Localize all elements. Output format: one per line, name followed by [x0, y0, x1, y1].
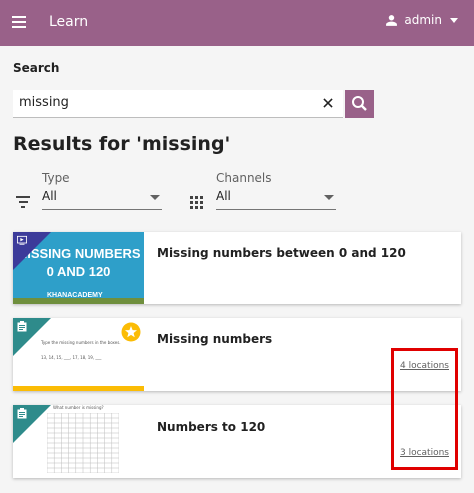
user-menu[interactable]: admin [385, 13, 458, 27]
locations-link[interactable]: 4 locations [400, 361, 449, 371]
exercise-icon [17, 321, 27, 332]
mastery-progress-bar [13, 386, 144, 391]
search-icon [352, 96, 367, 111]
thumbnail-text: Type the missing numbers in the boxes. [41, 340, 121, 345]
type-select[interactable]: All [42, 189, 162, 210]
grid-icon [190, 196, 203, 209]
app-title: Learn [49, 14, 89, 30]
locations-link[interactable]: 3 locations [400, 448, 449, 458]
card-thumbnail: MISSING NUMBERS 0 AND 120 KHANACADEMY [13, 232, 144, 304]
card-title: Numbers to 120 [157, 420, 266, 434]
channels-select-value: All [216, 189, 231, 203]
card-thumbnail: What number is missing? [13, 405, 144, 478]
search-button[interactable] [345, 90, 374, 118]
menu-icon[interactable] [12, 16, 26, 28]
username: admin [404, 13, 442, 27]
number-grid-image [47, 413, 119, 473]
dropdown-arrow-icon [150, 195, 160, 200]
channels-filter: Channels All [216, 171, 336, 210]
content-card[interactable]: MISSING NUMBERS 0 AND 120 KHANACADEMY Mi… [13, 232, 461, 304]
content-card[interactable]: Type the missing numbers in the boxes. 1… [13, 318, 461, 391]
type-filter: Type All [42, 171, 162, 210]
chevron-down-icon [450, 17, 458, 23]
person-icon [386, 14, 398, 26]
type-select-value: All [42, 189, 57, 203]
card-title: Missing numbers between 0 and 120 [157, 246, 406, 260]
star-icon [121, 322, 141, 342]
app-bar: Learn admin [0, 0, 474, 46]
card-title: Missing numbers [157, 332, 273, 346]
thumbnail-footer-bar [13, 298, 144, 304]
content-card[interactable]: What number is missing? Numbers to 120 3… [13, 405, 461, 478]
search-box [13, 90, 343, 118]
exercise-icon [17, 408, 27, 419]
dropdown-arrow-icon [324, 195, 334, 200]
search-label: Search [13, 61, 60, 75]
filter-icon [16, 196, 30, 208]
channels-filter-label: Channels [216, 171, 272, 185]
type-filter-label: Type [42, 171, 70, 185]
search-input[interactable] [19, 95, 309, 110]
clear-icon[interactable] [321, 96, 335, 110]
video-icon [17, 235, 27, 245]
results-title: Results for 'missing' [13, 133, 231, 155]
thumbnail-text: What number is missing? [53, 405, 104, 410]
channels-select[interactable]: All [216, 189, 336, 210]
